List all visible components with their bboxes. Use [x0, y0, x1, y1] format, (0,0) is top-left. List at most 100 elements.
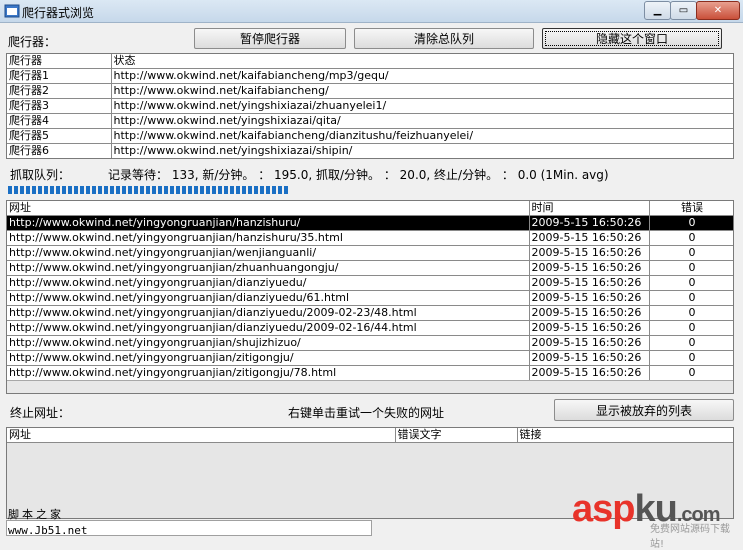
crawler-status-cell: http://www.okwind.net/kaifabiancheng/	[111, 83, 733, 99]
error-cell: 0	[649, 260, 733, 276]
crawler-status-cell: http://www.okwind.net/yingshixiazai/ship…	[111, 143, 733, 158]
table-row[interactable]: http://www.okwind.net/yingyongruanjian/d…	[7, 290, 733, 306]
column-header-status[interactable]: 状态	[111, 54, 733, 69]
url-cell: http://www.okwind.net/yingyongruanjian/z…	[7, 350, 530, 366]
url-table-scrollbar[interactable]	[7, 380, 733, 393]
url-cell: http://www.okwind.net/yingyongruanjian/d…	[7, 290, 530, 306]
crawler-status-cell: http://www.okwind.net/yingshixiazai/zhua…	[111, 98, 733, 114]
close-button[interactable]: ✕	[696, 1, 740, 20]
time-cell: 2009-5-15 16:50:26	[529, 320, 650, 336]
progress-segment	[14, 186, 18, 194]
window-title: 爬行器式浏览	[22, 6, 95, 20]
queue-label: 抓取队列：	[10, 168, 71, 182]
progress-segment	[242, 186, 246, 194]
column-header-error-text[interactable]: 错误文字	[395, 428, 518, 443]
table-row[interactable]: 爬行器1 http://www.okwind.net/kaifabiancheng…	[7, 68, 733, 84]
progress-segment	[170, 186, 174, 194]
crawler-name-cell: 爬行器4	[7, 113, 112, 129]
table-row[interactable]: 爬行器3 http://www.okwind.net/yingshixiazai/…	[7, 98, 733, 114]
progress-segment	[278, 186, 282, 194]
url-cell: http://www.okwind.net/yingyongruanjian/w…	[7, 245, 530, 261]
watermark-tagline: 免费网站源码下载站!	[650, 524, 730, 550]
progress-segment	[74, 186, 78, 194]
progress-segment	[248, 186, 252, 194]
error-cell: 0	[649, 305, 733, 321]
table-row[interactable]: http://www.okwind.net/yingyongruanjian/d…	[7, 305, 733, 321]
url-cell: http://www.okwind.net/yingyongruanjian/z…	[7, 260, 530, 276]
progress-segment	[260, 186, 264, 194]
error-cell: 0	[649, 275, 733, 291]
crawler-table: 爬行器 状态 爬行器1 http://www.okwind.net/kaifabi…	[6, 53, 734, 159]
url-cell: http://www.okwind.net/yingyongruanjian/d…	[7, 275, 530, 291]
minimize-button[interactable]: ▁	[644, 1, 671, 20]
progress-segment	[152, 186, 156, 194]
time-cell: 2009-5-15 16:50:26	[529, 350, 650, 366]
failed-hint: 右键单击重试一个失败的网址	[288, 406, 445, 420]
column-header-failed-url[interactable]: 网址	[7, 428, 396, 443]
table-row[interactable]: http://www.okwind.net/yingyongruanjian/w…	[7, 245, 733, 261]
maximize-button[interactable]: ▭	[670, 1, 697, 20]
progress-segment	[284, 186, 288, 194]
table-row[interactable]: http://www.okwind.net/yingyongruanjian/d…	[7, 275, 733, 291]
crawler-name-cell: 爬行器3	[7, 98, 112, 114]
crawler-name-cell: 爬行器5	[7, 128, 112, 144]
progress-segment	[182, 186, 186, 194]
progress-segment	[128, 186, 132, 194]
url-cell: http://www.okwind.net/yingyongruanjian/s…	[7, 335, 530, 351]
progress-segment	[86, 186, 90, 194]
watermark-jb51-url: www.Jb51.net	[8, 524, 88, 537]
column-header-time[interactable]: 时间	[529, 201, 650, 216]
column-header-error[interactable]: 错误	[649, 201, 733, 216]
pause-crawler-button[interactable]: 暂停爬行器	[194, 28, 346, 49]
progress-segment	[38, 186, 42, 194]
table-row[interactable]: http://www.okwind.net/yingyongruanjian/z…	[7, 365, 733, 381]
crawler-status-cell: http://www.okwind.net/kaifabiancheng/dia…	[111, 128, 733, 144]
column-header-url[interactable]: 网址	[7, 201, 530, 216]
url-cell: http://www.okwind.net/yingyongruanjian/d…	[7, 320, 530, 336]
table-row[interactable]: http://www.okwind.net/yingyongruanjian/z…	[7, 260, 733, 276]
progress-segment	[146, 186, 150, 194]
progress-segment	[44, 186, 48, 194]
crawler-name-cell: 爬行器1	[7, 68, 112, 84]
queue-progress-bar	[8, 186, 294, 194]
show-abandoned-button[interactable]: 显示被放弃的列表	[554, 399, 734, 421]
table-row[interactable]: http://www.okwind.net/yingyongruanjian/s…	[7, 335, 733, 351]
table-row[interactable]: http://www.okwind.net/yingyongruanjian/h…	[7, 215, 733, 231]
table-row[interactable]: 爬行器4 http://www.okwind.net/yingshixiazai/…	[7, 113, 733, 129]
time-cell: 2009-5-15 16:50:26	[529, 335, 650, 351]
time-cell: 2009-5-15 16:50:26	[529, 245, 650, 261]
time-cell: 2009-5-15 16:50:26	[529, 230, 650, 246]
error-cell: 0	[649, 245, 733, 261]
table-row[interactable]: 爬行器6 http://www.okwind.net/yingshixiazai/…	[7, 143, 733, 158]
crawler-name-cell: 爬行器2	[7, 83, 112, 99]
hide-window-button[interactable]: 隐藏这个窗口	[542, 28, 722, 49]
table-row[interactable]: 爬行器5 http://www.okwind.net/kaifabiancheng…	[7, 128, 733, 144]
url-cell: http://www.okwind.net/yingyongruanjian/h…	[7, 230, 530, 246]
progress-segment	[206, 186, 210, 194]
progress-segment	[26, 186, 30, 194]
table-row[interactable]: http://www.okwind.net/yingyongruanjian/d…	[7, 320, 733, 336]
column-header-link[interactable]: 链接	[517, 428, 733, 443]
progress-segment	[230, 186, 234, 194]
table-row[interactable]: 爬行器2 http://www.okwind.net/kaifabiancheng…	[7, 83, 733, 99]
column-header-crawler[interactable]: 爬行器	[7, 54, 112, 69]
url-cell: http://www.okwind.net/yingyongruanjian/h…	[7, 215, 530, 231]
table-row[interactable]: http://www.okwind.net/yingyongruanjian/h…	[7, 230, 733, 246]
progress-segment	[56, 186, 60, 194]
error-cell: 0	[649, 350, 733, 366]
time-cell: 2009-5-15 16:50:26	[529, 275, 650, 291]
crawler-label: 爬行器：	[8, 35, 57, 49]
app-icon	[4, 4, 20, 18]
failed-label: 终止网址：	[10, 406, 71, 420]
error-cell: 0	[649, 335, 733, 351]
watermark-jb51-title: 脚本之家	[8, 508, 64, 521]
progress-segment	[254, 186, 258, 194]
crawler-name-cell: 爬行器6	[7, 143, 112, 158]
progress-segment	[68, 186, 72, 194]
error-cell: 0	[649, 365, 733, 381]
progress-segment	[134, 186, 138, 194]
url-table: 网址 时间 错误 http://www.okwind.net/yingyongr…	[6, 200, 734, 394]
table-row[interactable]: http://www.okwind.net/yingyongruanjian/z…	[7, 350, 733, 366]
clear-queue-button[interactable]: 清除总队列	[354, 28, 534, 49]
progress-segment	[8, 186, 12, 194]
